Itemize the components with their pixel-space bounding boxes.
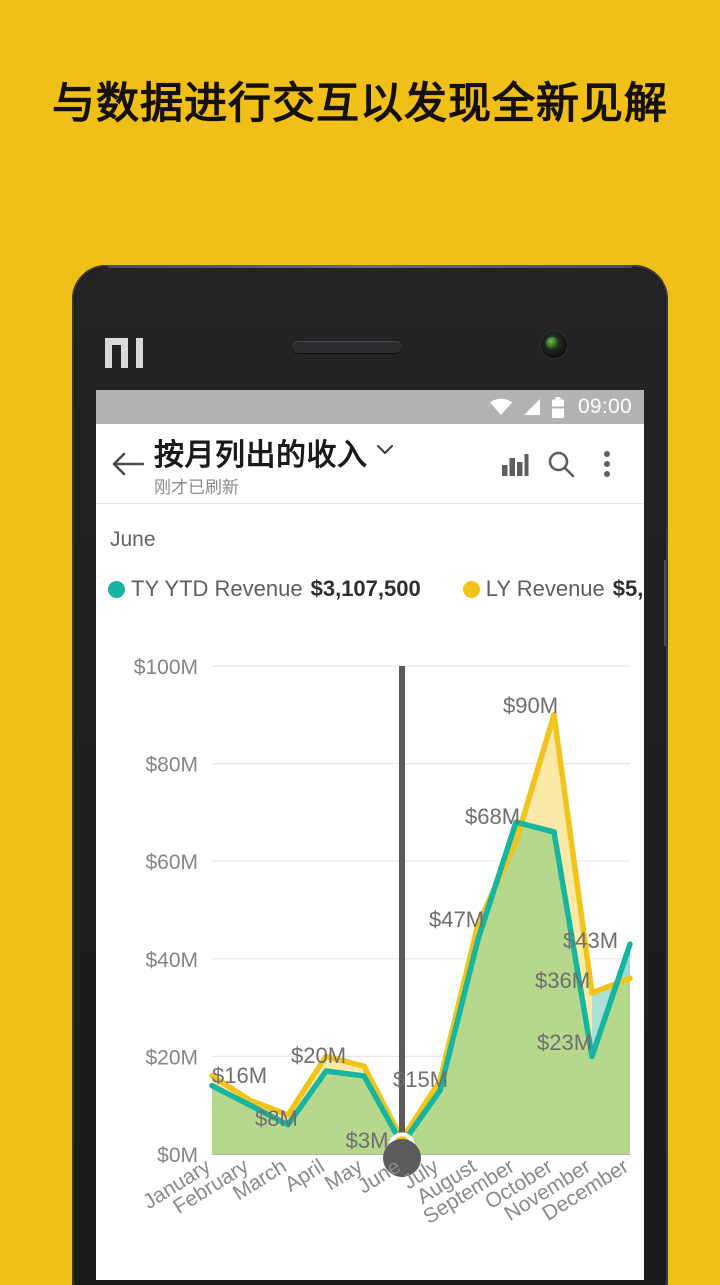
data-point-label: $20M bbox=[291, 1043, 346, 1068]
toolbar-title-block[interactable]: 按月列出的收入 刚才已刷新 bbox=[154, 430, 492, 498]
data-point-label: $36M bbox=[535, 968, 590, 993]
data-point-label: $15M bbox=[393, 1067, 448, 1092]
phone-screen: 09:00 按月列出的收入 刚才已刷新 June TY YTD Revenue … bbox=[96, 390, 644, 1280]
data-point-label: $8M bbox=[255, 1106, 298, 1131]
data-point-label: $90M bbox=[503, 693, 558, 718]
data-point-label: $43M bbox=[563, 928, 618, 953]
wifi-icon bbox=[489, 398, 513, 416]
y-axis-tick-label: $40M bbox=[145, 949, 198, 972]
legend-item-ly[interactable]: LY Revenue $5,140,4 bbox=[462, 576, 644, 602]
search-icon[interactable] bbox=[538, 441, 584, 487]
status-bar: 09:00 bbox=[96, 390, 644, 424]
proximity-sensor bbox=[227, 342, 251, 354]
data-point-label: $16M bbox=[212, 1063, 267, 1088]
phone-top-edge bbox=[108, 265, 632, 268]
y-axis-tick-label: $100M bbox=[134, 656, 198, 679]
y-axis-tick-label: $60M bbox=[145, 851, 198, 874]
revenue-area-chart[interactable]: $0M $20M $40M $60M $80M $100M $16M $8M $20M $3M $1… bbox=[96, 644, 644, 1279]
data-point-label: $23M bbox=[537, 1030, 592, 1055]
battery-icon bbox=[551, 396, 565, 418]
report-period-label: June bbox=[110, 528, 156, 551]
chevron-down-icon[interactable] bbox=[376, 444, 394, 460]
cellular-signal-icon bbox=[522, 398, 542, 416]
chart-legend: TY YTD Revenue $3,107,500 LY Revenue $5,… bbox=[108, 576, 644, 602]
power-button[interactable] bbox=[664, 560, 668, 646]
data-point-label: $3M bbox=[346, 1128, 389, 1153]
earpiece-speaker bbox=[292, 341, 402, 354]
promo-headline: 与数据进行交互以发现全新见解 bbox=[52, 80, 668, 128]
legend-series-value-ty: $3,107,500 bbox=[310, 576, 421, 601]
overflow-menu-icon[interactable] bbox=[584, 441, 630, 487]
data-point-label: $68M bbox=[465, 804, 520, 829]
legend-series-name-ty: TY YTD Revenue bbox=[131, 576, 303, 601]
mi-logo bbox=[105, 338, 143, 368]
y-axis-tick-label: $20M bbox=[145, 1046, 198, 1069]
legend-series-name-ly: LY Revenue bbox=[485, 576, 605, 601]
legend-series-value-ly: $5,140,4 bbox=[612, 576, 644, 601]
page-title: 按月列出的收入 bbox=[154, 438, 368, 472]
back-arrow-icon[interactable] bbox=[106, 442, 150, 486]
camera-lens bbox=[546, 337, 558, 349]
legend-color-swatch-ty bbox=[108, 580, 125, 598]
front-camera bbox=[541, 332, 567, 358]
status-bar-clock: 09:00 bbox=[577, 395, 632, 418]
data-point-label: $47M bbox=[429, 907, 484, 932]
y-axis-tick-label: $80M bbox=[145, 754, 198, 777]
report-content: June TY YTD Revenue $3,107,500 LY Revenu… bbox=[96, 504, 644, 1279]
bar-chart-icon[interactable] bbox=[492, 441, 538, 487]
page-subtitle: 刚才已刷新 bbox=[154, 477, 239, 497]
legend-item-ty[interactable]: TY YTD Revenue $3,107,500 bbox=[108, 576, 421, 602]
legend-color-swatch-ly bbox=[462, 580, 480, 598]
app-toolbar: 按月列出的收入 刚才已刷新 bbox=[96, 424, 644, 504]
